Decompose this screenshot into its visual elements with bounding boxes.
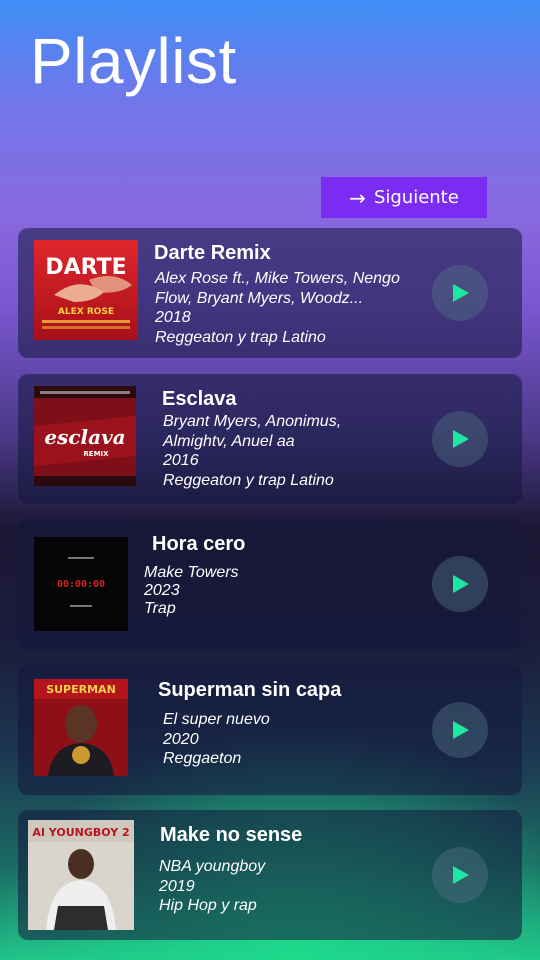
play-icon bbox=[453, 866, 469, 884]
song-year: 2016 bbox=[163, 452, 199, 469]
song-card-superman-sin-capa[interactable]: SUPERMAN Superman sin capa El super nuev… bbox=[18, 665, 522, 795]
play-button[interactable] bbox=[432, 265, 488, 321]
play-icon bbox=[453, 284, 469, 302]
song-year: 2018 bbox=[155, 309, 191, 326]
play-icon bbox=[453, 575, 469, 593]
song-card-darte-remix[interactable]: DARTE ALEX ROSE Darte Remix Alex Rose ft… bbox=[18, 228, 522, 358]
song-artists: Make Towers bbox=[144, 564, 239, 581]
song-card-esclava[interactable]: esclava REMIX Esclava Bryant Myers, Anon… bbox=[18, 374, 522, 504]
svg-text:AI YOUNGBOY 2: AI YOUNGBOY 2 bbox=[32, 826, 129, 839]
song-meta: Alex Rose ft., Mike Towers, Nengo Flow, … bbox=[155, 269, 400, 347]
song-meta: El super nuevo 2020 Reggaeton bbox=[163, 710, 270, 769]
song-year: 2019 bbox=[159, 877, 195, 895]
song-artists-cont: Flow, Bryant Myers, Woodz... bbox=[155, 289, 364, 307]
song-title: Darte Remix bbox=[154, 242, 271, 264]
play-icon bbox=[453, 430, 469, 448]
song-artists: Alex Rose ft., Mike Towers, Nengo bbox=[155, 270, 400, 287]
play-button[interactable] bbox=[432, 847, 488, 903]
album-cover-hora-cero: 00:00:00 bbox=[34, 537, 128, 631]
song-year: 2023 bbox=[144, 582, 180, 599]
album-cover-superman-sin-capa: SUPERMAN bbox=[34, 679, 128, 776]
arrow-right-icon: → bbox=[349, 185, 366, 210]
play-button[interactable] bbox=[432, 411, 488, 467]
album-cover-darte-remix: DARTE ALEX ROSE bbox=[34, 240, 138, 340]
album-cover-make-no-sense: AI YOUNGBOY 2 bbox=[28, 820, 134, 930]
song-meta: Make Towers 2023 Trap bbox=[144, 564, 239, 618]
song-title: Esclava bbox=[162, 388, 237, 410]
svg-text:ALEX ROSE: ALEX ROSE bbox=[58, 307, 114, 317]
page-title: Playlist bbox=[30, 25, 237, 97]
song-genre: Trap bbox=[144, 600, 176, 617]
svg-text:00:00:00: 00:00:00 bbox=[57, 579, 105, 590]
song-artists-cont: Almightv, Anuel aa bbox=[163, 432, 295, 450]
song-artists: Bryant Myers, Anonimus, bbox=[163, 413, 342, 430]
song-genre: Reggaeton bbox=[163, 750, 242, 767]
song-year: 2020 bbox=[163, 730, 199, 748]
play-icon bbox=[453, 721, 469, 739]
album-cover-esclava: esclava REMIX bbox=[34, 386, 136, 486]
song-artists: NBA youngboy bbox=[159, 858, 266, 875]
song-card-hora-cero[interactable]: 00:00:00 Hora cero Make Towers 2023 Trap bbox=[18, 519, 522, 649]
next-button[interactable]: → Siguiente bbox=[321, 177, 487, 218]
song-title: Make no sense bbox=[160, 824, 303, 846]
svg-text:esclava: esclava bbox=[44, 425, 125, 449]
next-button-label: Siguiente bbox=[373, 187, 459, 208]
song-card-make-no-sense[interactable]: AI YOUNGBOY 2 Make no sense NBA youngboy… bbox=[18, 810, 522, 940]
song-title: Hora cero bbox=[152, 533, 246, 555]
song-meta: NBA youngboy 2019 Hip Hop y rap bbox=[159, 857, 265, 916]
song-genre: Reggeaton y trap Latino bbox=[155, 328, 326, 346]
play-button[interactable] bbox=[432, 556, 488, 612]
play-button[interactable] bbox=[432, 702, 488, 758]
svg-text:DARTE: DARTE bbox=[45, 255, 126, 280]
song-artists: El super nuevo bbox=[163, 711, 270, 728]
svg-text:REMIX: REMIX bbox=[83, 450, 109, 458]
svg-text:SUPERMAN: SUPERMAN bbox=[46, 683, 116, 696]
song-genre: Hip Hop y rap bbox=[159, 897, 257, 914]
song-genre: Reggeaton y trap Latino bbox=[163, 471, 334, 489]
song-meta: Bryant Myers, Anonimus, Almightv, Anuel … bbox=[163, 412, 341, 490]
song-title: Superman sin capa bbox=[158, 679, 342, 701]
